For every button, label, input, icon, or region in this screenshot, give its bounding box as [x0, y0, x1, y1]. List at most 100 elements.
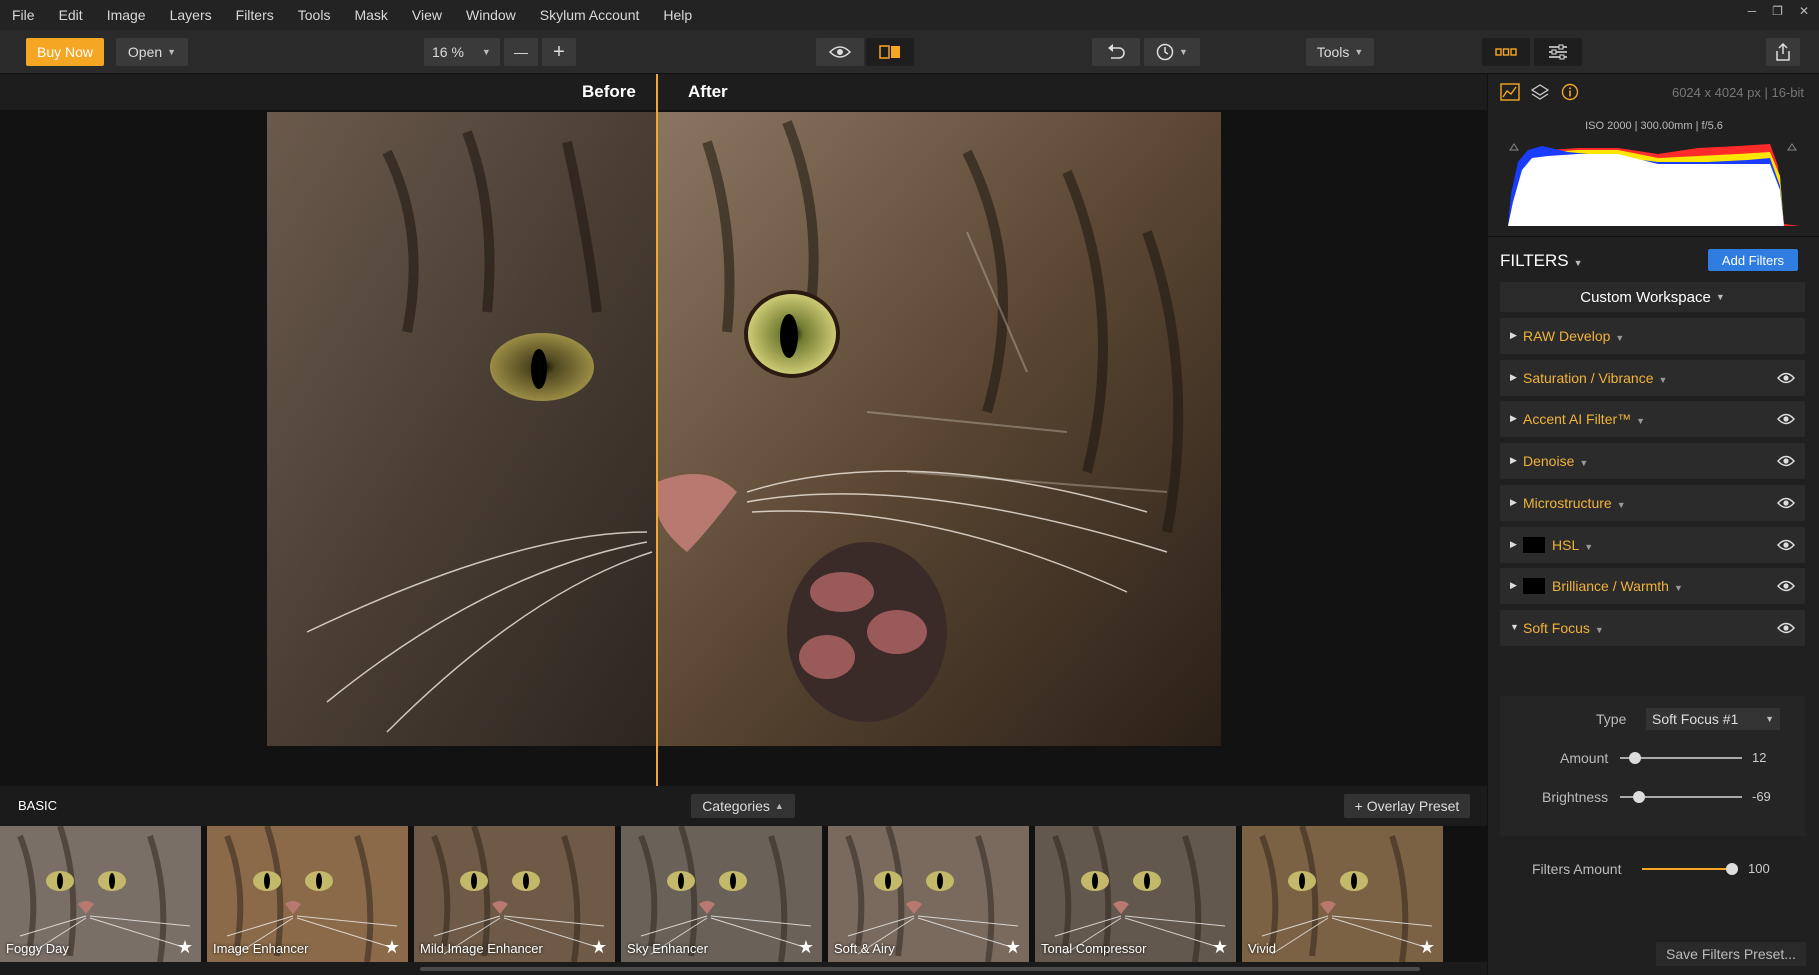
amount-label: Amount: [1560, 750, 1609, 766]
menu-filters[interactable]: Filters: [224, 7, 286, 23]
filters-amount-label: Filters Amount: [1532, 861, 1622, 877]
filter-name: Denoise ▼: [1523, 453, 1589, 470]
share-button[interactable]: [1766, 38, 1800, 66]
zoom-in-button[interactable]: +: [542, 38, 576, 66]
menu-edit[interactable]: Edit: [47, 7, 95, 23]
preset-thumb[interactable]: Image Enhancer ★: [207, 826, 408, 962]
before-label: Before: [582, 82, 636, 101]
type-value: Soft Focus #1: [1652, 711, 1739, 727]
triangle-right-icon[interactable]: ▶: [1510, 539, 1517, 550]
adjustments-button[interactable]: [1534, 38, 1582, 66]
zoom-out-button[interactable]: —: [504, 38, 538, 66]
histogram: [1508, 143, 1800, 226]
chevron-down-icon: ▼: [1354, 47, 1364, 57]
workspace-select[interactable]: Custom Workspace ▼: [1500, 282, 1805, 312]
menu-mask[interactable]: Mask: [342, 7, 399, 23]
filter-denoise[interactable]: ▶ Denoise ▼: [1500, 443, 1805, 480]
zoom-select[interactable]: 16 % ▼: [424, 38, 500, 66]
minimize-icon[interactable]: ─: [1748, 4, 1757, 18]
filter-name: Microstructure ▼: [1523, 494, 1626, 511]
filter-saturation-vibrance[interactable]: ▶ Saturation / Vibrance ▼: [1500, 359, 1805, 396]
info-icon[interactable]: [1560, 83, 1580, 101]
close-icon[interactable]: ✕: [1799, 4, 1809, 18]
compare-divider-handle[interactable]: [656, 74, 658, 786]
eye-icon[interactable]: [1777, 496, 1795, 510]
preset-scrollbar[interactable]: [420, 967, 1420, 971]
presets-section-title: BASIC: [18, 798, 58, 813]
eye-icon[interactable]: [1777, 579, 1795, 593]
preset-thumb[interactable]: Mild Image Enhancer ★: [414, 826, 615, 962]
star-icon[interactable]: ★: [1005, 937, 1021, 958]
histogram-icon[interactable]: [1500, 83, 1520, 101]
filters-amount-slider-track[interactable]: [1642, 868, 1732, 870]
triangle-right-icon[interactable]: ▶: [1510, 580, 1517, 591]
star-icon[interactable]: ★: [591, 937, 607, 958]
chevron-down-icon: ▼: [1573, 258, 1583, 268]
categories-label: Categories: [702, 798, 770, 814]
amount-slider-knob[interactable]: [1628, 752, 1641, 764]
filter-brilliance-warmth[interactable]: ▶ Brilliance / Warmth ▼: [1500, 568, 1805, 605]
star-icon[interactable]: ★: [798, 937, 814, 958]
buy-now-button[interactable]: Buy Now: [26, 38, 104, 66]
menu-bar: File Edit Image Layers Filters Tools Mask View W…: [0, 0, 1819, 30]
star-icon[interactable]: ★: [384, 937, 400, 958]
preset-thumb[interactable]: Foggy Day ★: [0, 826, 201, 962]
add-filters-button[interactable]: Add Filters: [1708, 249, 1798, 271]
chevron-down-icon: ▼: [1765, 714, 1774, 724]
tools-button[interactable]: Tools ▼: [1306, 38, 1374, 66]
star-icon[interactable]: ★: [177, 937, 193, 958]
filter-microstructure[interactable]: ▶ Microstructure ▼: [1500, 484, 1805, 521]
star-icon[interactable]: ★: [1419, 937, 1435, 958]
star-icon[interactable]: ★: [1212, 937, 1228, 958]
eye-icon[interactable]: [1777, 454, 1795, 468]
triangle-right-icon[interactable]: ▶: [1510, 372, 1517, 383]
eye-icon[interactable]: [1777, 371, 1795, 385]
menu-skylum-account[interactable]: Skylum Account: [528, 7, 652, 23]
image-canvas[interactable]: Before After: [0, 74, 1487, 786]
preset-thumb[interactable]: Vivid ★: [1242, 826, 1443, 962]
filter-accent-ai-filter[interactable]: ▶ Accent AI Filter™ ▼: [1500, 401, 1805, 438]
brightness-slider-knob[interactable]: [1632, 791, 1645, 803]
undo-button[interactable]: [1092, 38, 1140, 66]
menu-help[interactable]: Help: [651, 7, 704, 23]
triangle-right-icon[interactable]: ▶: [1510, 497, 1517, 508]
filter-mask-thumbnail: [1523, 536, 1545, 553]
triangle-down-icon[interactable]: ▼: [1510, 622, 1519, 632]
filter-raw-develop[interactable]: ▶ RAW Develop ▼: [1500, 318, 1805, 354]
menu-file[interactable]: File: [0, 7, 47, 23]
save-filters-preset-button[interactable]: Save Filters Preset...: [1656, 942, 1806, 966]
restore-icon[interactable]: ❐: [1772, 4, 1783, 18]
filters-title[interactable]: FILTERS ▼: [1500, 251, 1583, 271]
filters-amount-slider-knob[interactable]: [1726, 863, 1738, 875]
menu-tools[interactable]: Tools: [286, 7, 343, 23]
preset-thumb[interactable]: Sky Enhancer ★: [621, 826, 822, 962]
triangle-right-icon[interactable]: ▶: [1510, 413, 1517, 424]
eye-icon[interactable]: [1777, 538, 1795, 552]
info-row: 6024 x 4024 px | 16-bit: [1488, 74, 1819, 110]
layers-icon[interactable]: [1530, 83, 1550, 101]
preset-thumb[interactable]: Soft & Airy ★: [828, 826, 1029, 962]
menu-window[interactable]: Window: [454, 7, 528, 23]
filter-hsl[interactable]: ▶ HSL ▼: [1500, 526, 1805, 563]
filmstrip-button[interactable]: [1482, 38, 1530, 66]
triangle-right-icon[interactable]: ▶: [1510, 455, 1517, 466]
menu-image[interactable]: Image: [95, 7, 158, 23]
eye-icon[interactable]: [1777, 621, 1795, 635]
history-button[interactable]: ▼: [1144, 38, 1200, 66]
share-icon: [1776, 43, 1790, 61]
window-controls: ─ ❐ ✕: [1748, 4, 1809, 18]
open-button[interactable]: Open ▼: [116, 38, 188, 66]
compare-button[interactable]: [866, 38, 914, 66]
preset-name: Mild Image Enhancer: [420, 941, 543, 956]
menu-layers[interactable]: Layers: [158, 7, 224, 23]
eye-icon[interactable]: [1777, 412, 1795, 426]
overlay-preset-button[interactable]: + Overlay Preset: [1344, 794, 1470, 818]
preset-thumb[interactable]: Tonal Compressor ★: [1035, 826, 1236, 962]
preview-button[interactable]: [816, 38, 864, 66]
categories-button[interactable]: Categories ▲: [691, 794, 795, 818]
triangle-right-icon[interactable]: ▶: [1510, 330, 1517, 341]
filter-soft-focus[interactable]: ▼ Soft Focus ▼: [1500, 609, 1805, 646]
menu-view[interactable]: View: [400, 7, 454, 23]
type-select[interactable]: Soft Focus #1 ▼: [1646, 708, 1780, 730]
preset-name: Foggy Day: [6, 941, 69, 956]
